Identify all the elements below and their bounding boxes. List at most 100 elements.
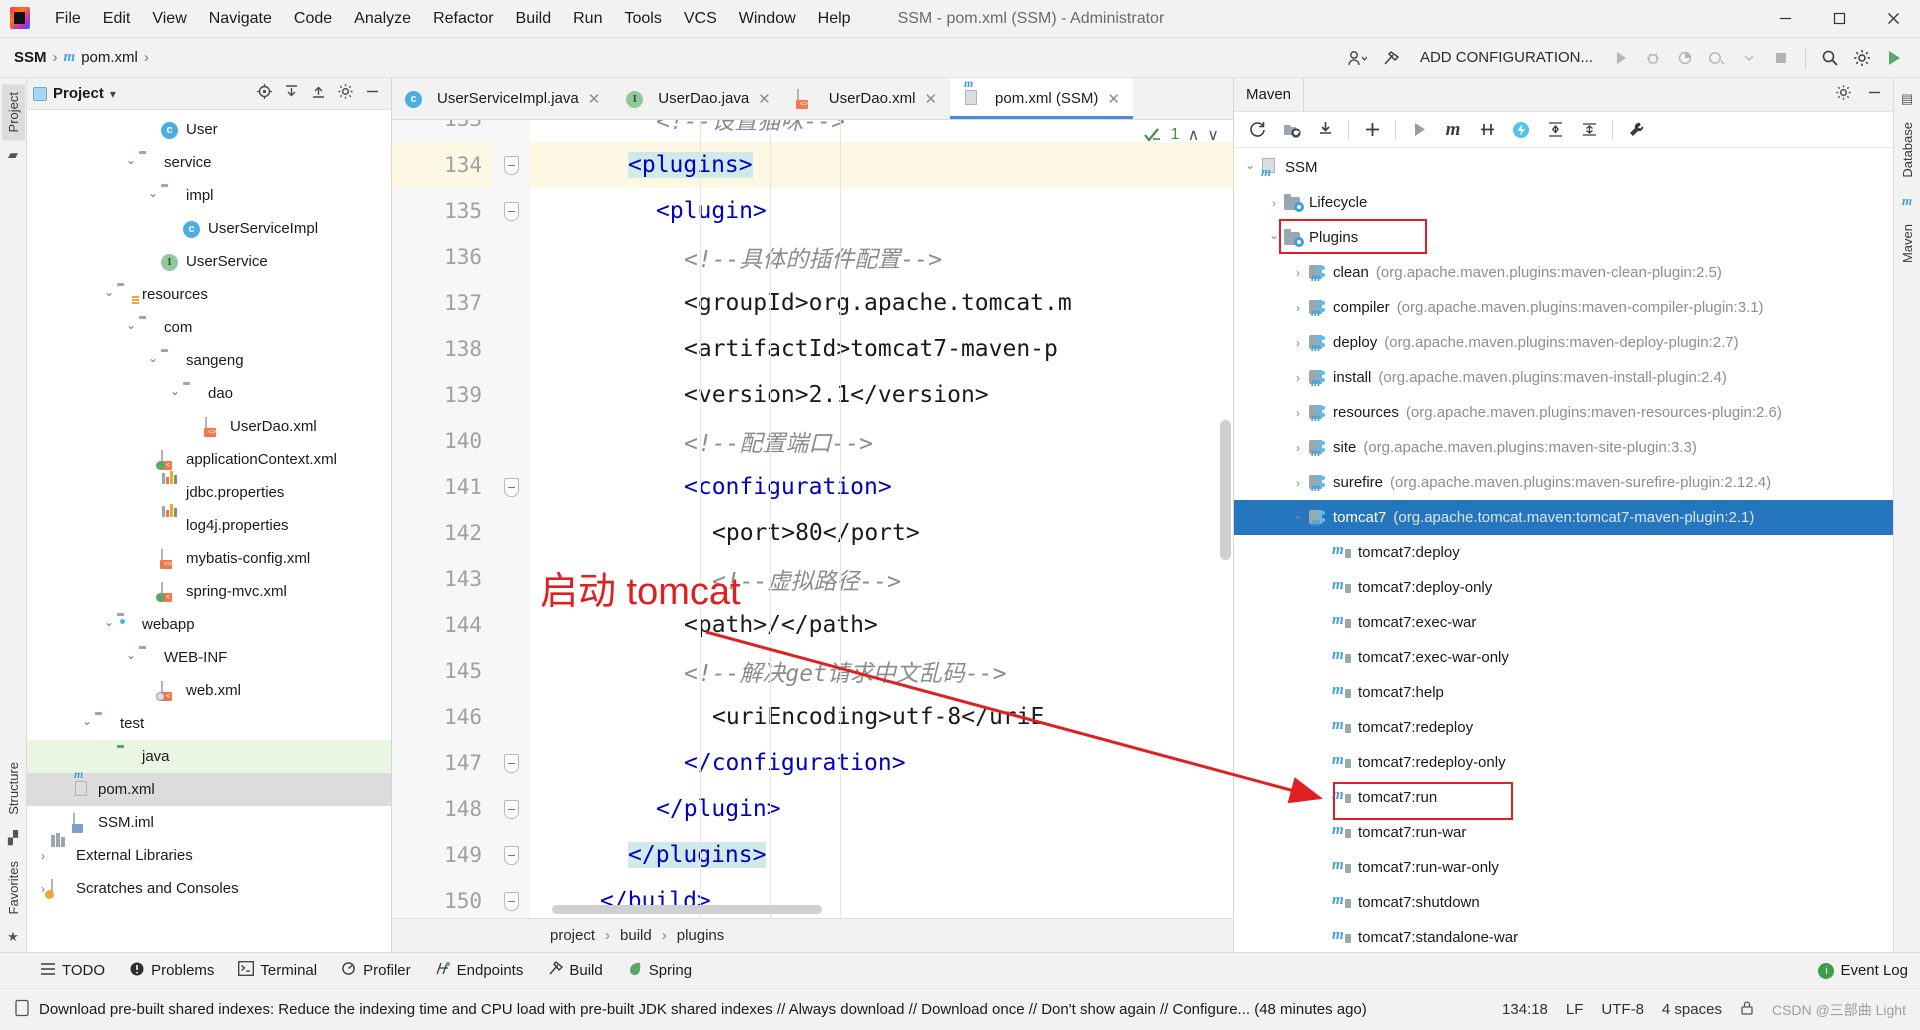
expand-all-icon[interactable] bbox=[283, 83, 300, 104]
close-tab-icon[interactable]: ✕ bbox=[924, 90, 937, 108]
debug-icon[interactable] bbox=[1639, 44, 1667, 72]
rail-tab-project[interactable]: Project bbox=[1, 84, 25, 141]
maven-node-lifecycle[interactable]: › Lifecycle bbox=[1234, 185, 1893, 220]
tree-node-service[interactable]: ⌄ service bbox=[27, 146, 391, 179]
maven-node-compiler[interactable]: › m compiler (org.apache.maven.plugins:mave… bbox=[1234, 290, 1893, 325]
code-text[interactable]: <!--设置猫咪--> <plugins> <plugin> <!--具体的插件配置-… bbox=[530, 120, 1233, 918]
maven-hide-panel-icon[interactable] bbox=[1866, 84, 1883, 105]
bottom-tab-terminal[interactable]: Terminal bbox=[228, 957, 327, 984]
tree-node-pom-xml[interactable]: ›mpom.xml bbox=[27, 767, 391, 806]
chevron-right-icon[interactable]: › bbox=[1288, 336, 1308, 350]
lock-icon[interactable] bbox=[1740, 1000, 1754, 1020]
code-line[interactable]: <!--设置猫咪--> bbox=[530, 120, 1233, 142]
editor-breadcrumb-plugins[interactable]: plugins bbox=[677, 927, 725, 944]
code-line[interactable]: <plugin> bbox=[530, 188, 1233, 234]
maven-run-icon[interactable] bbox=[1404, 116, 1434, 144]
tree-node-mybatis-config-xml[interactable]: ›<>mybatis-config.xml bbox=[27, 542, 391, 575]
chevron-down-icon[interactable]: ⌄ bbox=[101, 285, 117, 299]
rail-tab-maven[interactable]: Maven bbox=[1896, 216, 1919, 271]
chevron-down-icon[interactable]: ⌄ bbox=[145, 186, 161, 200]
updates-icon[interactable] bbox=[1880, 44, 1908, 72]
project-file-tree[interactable]: ›cUser⌄service⌄impl›cUserServiceImpl›IUs… bbox=[27, 110, 391, 952]
code-line[interactable]: <plugins> bbox=[530, 142, 1233, 188]
maven-node-tomcat7-run[interactable]: ›mtomcat7:run bbox=[1234, 780, 1893, 815]
maven-node-tomcat7-deploy[interactable]: ›mtomcat7:deploy bbox=[1234, 535, 1893, 570]
maven-node-tomcat7[interactable]: ⌄ m tomcat7 (org.apache.tomcat.maven:tomcat… bbox=[1234, 500, 1893, 535]
maven-node-clean[interactable]: › m clean (org.apache.maven.plugins:maven-c… bbox=[1234, 255, 1893, 290]
maven-node-tomcat7-shutdown[interactable]: ›mtomcat7:shutdown bbox=[1234, 885, 1893, 920]
maven-node-tomcat7-run-war[interactable]: ›mtomcat7:run-war bbox=[1234, 815, 1893, 850]
menu-code[interactable]: Code bbox=[283, 6, 343, 32]
editor-breadcrumb-build[interactable]: build bbox=[620, 927, 652, 944]
chevron-right-icon[interactable]: › bbox=[1288, 406, 1308, 420]
next-problem-icon[interactable]: ∨ bbox=[1207, 125, 1219, 145]
download-sources-icon[interactable] bbox=[1310, 116, 1340, 144]
chevron-right-icon[interactable]: › bbox=[1288, 266, 1308, 280]
chevron-right-icon[interactable]: › bbox=[1264, 196, 1284, 210]
tree-node-userdao-xml[interactable]: ›<>UserDao.xml bbox=[27, 410, 391, 443]
code-line[interactable]: <!--具体的插件配置--> bbox=[530, 234, 1233, 280]
maven-node-tomcat7-redeploy-only[interactable]: ›mtomcat7:redeploy-only bbox=[1234, 745, 1893, 780]
tree-node-impl[interactable]: ⌄ impl bbox=[27, 179, 391, 212]
code-line[interactable]: </configuration> bbox=[530, 740, 1233, 786]
editor-tab-userserviceimpl-java[interactable]: c UserServiceImpl.java ✕ bbox=[392, 78, 613, 119]
editor-tab-bar[interactable]: c UserServiceImpl.java ✕ I UserDao.java ✕ <> Us… bbox=[392, 76, 1233, 120]
toggle-offline-icon[interactable] bbox=[1472, 116, 1502, 144]
breadcrumb[interactable]: SSM › m pom.xml › bbox=[14, 49, 149, 66]
code-line[interactable]: </plugins> bbox=[530, 832, 1233, 878]
code-line[interactable]: <version>2.1</version> bbox=[530, 372, 1233, 418]
maven-toolbar[interactable]: m bbox=[1234, 112, 1893, 148]
status-message[interactable]: Download pre-built shared indexes: Reduc… bbox=[39, 1001, 1367, 1018]
minimize-button[interactable] bbox=[1758, 0, 1812, 38]
settings-gear-icon[interactable] bbox=[337, 83, 354, 104]
maven-node-plugins[interactable]: ⌄ Plugins bbox=[1234, 220, 1893, 255]
fold-marker-icon[interactable] bbox=[492, 786, 530, 832]
bottom-tab-endpoints[interactable]: Endpoints bbox=[425, 957, 534, 984]
maven-settings-gear-icon[interactable] bbox=[1835, 84, 1852, 105]
fold-marker-icon[interactable] bbox=[492, 464, 530, 510]
tree-node-userserviceimpl[interactable]: ›cUserServiceImpl bbox=[27, 212, 391, 245]
menu-bar[interactable]: File Edit View Navigate Code Analyze Ref… bbox=[44, 6, 862, 32]
maven-node-surefire[interactable]: › m surefire (org.apache.maven.plugins:mave… bbox=[1234, 465, 1893, 500]
skip-tests-icon[interactable] bbox=[1506, 116, 1536, 144]
bottom-tab-build[interactable]: Build bbox=[537, 957, 612, 984]
chevron-right-icon[interactable]: › bbox=[1288, 301, 1308, 315]
chevron-down-icon[interactable]: ⌄ bbox=[101, 615, 117, 629]
breadcrumb-project[interactable]: SSM bbox=[14, 49, 47, 66]
collapse-all-icon[interactable] bbox=[1574, 116, 1604, 144]
bottom-tab-problems[interactable]: Problems bbox=[119, 957, 224, 985]
menu-view[interactable]: View bbox=[141, 6, 197, 32]
chevron-right-icon[interactable]: › bbox=[1288, 371, 1308, 385]
fold-marker-icon[interactable] bbox=[492, 142, 530, 188]
maven-node-install[interactable]: › m install (org.apache.maven.plugins:maven… bbox=[1234, 360, 1893, 395]
chevron-down-icon[interactable]: ⌄ bbox=[1240, 158, 1260, 172]
file-encoding[interactable]: UTF-8 bbox=[1601, 1001, 1644, 1018]
editor-breadcrumb[interactable]: project › build › plugins bbox=[392, 918, 1233, 952]
code-line[interactable]: <port>80</port> bbox=[530, 510, 1233, 556]
maven-node-tomcat7-exec-war[interactable]: ›mtomcat7:exec-war bbox=[1234, 605, 1893, 640]
reload-icon[interactable] bbox=[1242, 116, 1272, 144]
menu-run[interactable]: Run bbox=[562, 6, 613, 32]
editor-tab-userdao-java[interactable]: I UserDao.java ✕ bbox=[613, 78, 783, 119]
chevron-down-icon[interactable] bbox=[1735, 44, 1763, 72]
stop-icon[interactable] bbox=[1767, 44, 1795, 72]
tree-node-web-inf[interactable]: ⌄ WEB-INF bbox=[27, 641, 391, 674]
hide-panel-icon[interactable] bbox=[364, 83, 381, 104]
maven-node-ssm[interactable]: ⌄ m SSM bbox=[1234, 150, 1893, 185]
chevron-down-icon[interactable]: ⌄ bbox=[123, 648, 139, 662]
tree-node-web-xml[interactable]: ›<web.xml bbox=[27, 674, 391, 707]
tree-node-webapp[interactable]: ⌄ webapp bbox=[27, 608, 391, 641]
maximize-button[interactable] bbox=[1812, 0, 1866, 38]
menu-window[interactable]: Window bbox=[728, 6, 807, 32]
chevron-right-icon[interactable]: › bbox=[1288, 476, 1308, 490]
close-tab-icon[interactable]: ✕ bbox=[1107, 90, 1120, 108]
close-button[interactable] bbox=[1866, 0, 1920, 38]
chevron-right-icon[interactable]: › bbox=[1288, 441, 1308, 455]
tool-window-bar[interactable]: TODO Problems Terminal Profiler Endpoints Bui… bbox=[0, 952, 1920, 988]
menu-tools[interactable]: Tools bbox=[613, 6, 672, 32]
tree-node-external-libraries[interactable]: › External Libraries bbox=[27, 832, 391, 872]
tree-node-dao[interactable]: ⌄ dao bbox=[27, 377, 391, 410]
fold-marker-icon[interactable] bbox=[492, 188, 530, 234]
tree-node-scratches-and-consoles[interactable]: › Scratches and Consoles bbox=[27, 872, 391, 905]
menu-build[interactable]: Build bbox=[505, 6, 563, 32]
